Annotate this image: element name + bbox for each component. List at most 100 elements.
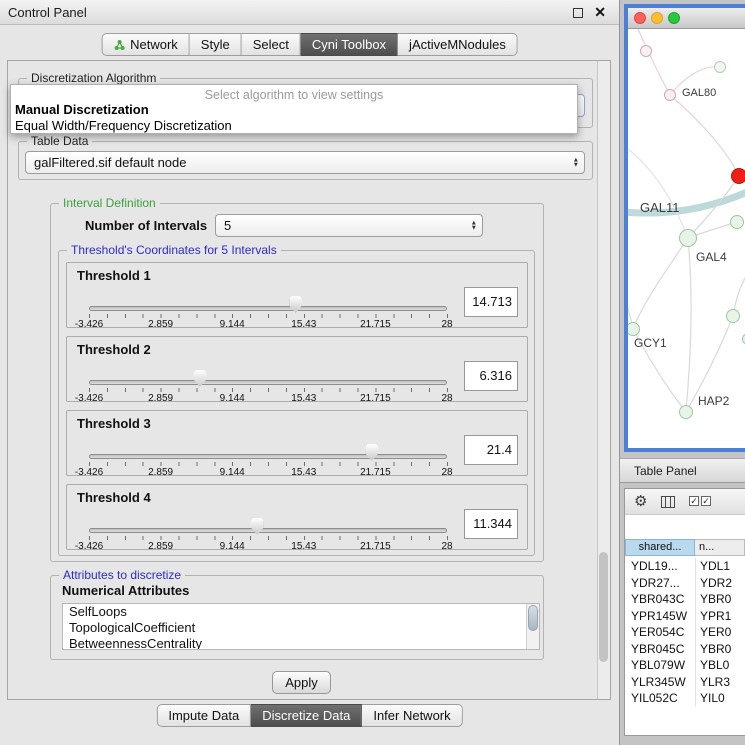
close-icon[interactable]: ✕ (594, 4, 606, 21)
list-item[interactable]: BetweennessCentrality (63, 636, 539, 650)
dropdown-placeholder[interactable]: Select algorithm to view settings (11, 88, 577, 102)
tab-jactivemnodules[interactable]: jActiveMNodules (398, 33, 518, 56)
table-cell[interactable]: YDR2 (695, 575, 745, 592)
table-cell[interactable]: YPR145W (625, 608, 695, 625)
table-cell[interactable]: YBL0 (695, 657, 745, 674)
table-cell[interactable]: YDL19... (625, 558, 695, 575)
tick-label: -3.426 (75, 467, 103, 478)
slider-tick-labels: -3.4262.8599.14415.4321.71528 (89, 411, 447, 477)
tab-label: Style (201, 37, 230, 52)
table-row[interactable]: YIL052CYIL0 (625, 690, 745, 707)
network-node-label: GCY1 (634, 336, 667, 350)
dropdown-option[interactable]: Equal Width/Frequency Discretization (15, 118, 232, 133)
apply-button[interactable]: Apply (272, 671, 331, 694)
threshold-slider[interactable]: -3.4262.8599.14415.4321.71528 (89, 411, 447, 477)
network-node-label: GAL11 (640, 200, 680, 215)
table-cell[interactable]: YBR043C (625, 591, 695, 608)
minimize-traffic-light[interactable] (651, 12, 663, 24)
panel-scrollbar-thumb[interactable] (599, 552, 608, 662)
tick-label: 28 (441, 393, 452, 404)
tab-select[interactable]: Select (242, 33, 301, 56)
column-header[interactable]: shared... (625, 539, 695, 556)
thresholds-group-title: Threshold's Coordinates for 5 Intervals (67, 243, 281, 257)
tab-network[interactable]: Network (101, 33, 190, 56)
network-node[interactable] (730, 215, 744, 229)
tab-label: Network (130, 37, 178, 52)
tick-label: 2.859 (148, 393, 173, 404)
table-cell[interactable]: YIL052C (625, 690, 695, 707)
top-tab-bar: Network Style Select Cyni Toolbox jActiv… (101, 33, 518, 56)
table-row[interactable]: YER054CYER0 (625, 624, 745, 641)
numerical-attributes-list[interactable]: SelfLoopsTopologicalCoefficientBetweenne… (62, 603, 540, 650)
tab-impute-data[interactable]: Impute Data (156, 704, 251, 727)
threshold-value[interactable]: 11.344 (464, 509, 518, 539)
column-header[interactable]: n... (695, 539, 745, 556)
network-node[interactable] (731, 168, 745, 184)
table-row[interactable]: YBR043CYBR0 (625, 591, 745, 608)
table-cell[interactable]: YPR1 (695, 608, 745, 625)
threshold-slider[interactable]: -3.4262.8599.14415.4321.71528 (89, 485, 447, 551)
table-cell[interactable]: YBR0 (695, 591, 745, 608)
intervals-count-select[interactable]: 5 ▲ ▼ (215, 214, 483, 237)
table-row[interactable]: YLR345WYLR3 (625, 674, 745, 691)
tab-cyni-toolbox[interactable]: Cyni Toolbox (301, 33, 398, 56)
threshold-slider[interactable]: -3.4262.8599.14415.4321.71528 (89, 263, 447, 329)
list-item[interactable]: TopologicalCoefficient (63, 620, 539, 636)
table-row[interactable]: YDR27...YDR2 (625, 575, 745, 592)
interval-group-title: Interval Definition (59, 196, 160, 210)
table-toolbar: ⚙ ✓ ✓ (625, 489, 745, 515)
table-cell[interactable]: YDL1 (695, 558, 745, 575)
network-node[interactable] (714, 61, 726, 73)
tick-label: 21.715 (360, 541, 391, 552)
table-cell[interactable]: YIL0 (695, 690, 745, 707)
close-traffic-light[interactable] (634, 12, 646, 24)
table-cell[interactable]: YBR0 (695, 641, 745, 658)
tab-infer-network[interactable]: Infer Network (362, 704, 462, 727)
network-icon (113, 39, 125, 51)
table-cell[interactable]: YLR3 (695, 674, 745, 691)
table-cell[interactable]: YER0 (695, 624, 745, 641)
table-row[interactable]: YBL079WYBL0 (625, 657, 745, 674)
dropdown-option[interactable]: Manual Discretization (15, 102, 149, 117)
network-canvas[interactable]: GAL80GAL11GAL4GCY1HAP2 (628, 29, 745, 448)
network-node[interactable] (726, 309, 740, 323)
network-node[interactable] (640, 45, 652, 57)
float-window-icon[interactable] (573, 8, 583, 18)
tick-label: 28 (441, 319, 452, 330)
table-data-value: galFiltered.sif default node (34, 155, 186, 170)
table-data-group-title: Table Data (27, 134, 92, 148)
network-node[interactable] (679, 405, 693, 419)
threshold-value[interactable]: 6.316 (464, 361, 518, 391)
table-row[interactable]: YDL19...YDL1 (625, 558, 745, 575)
network-node[interactable] (664, 89, 676, 101)
table-cell[interactable]: YER054C (625, 624, 695, 641)
table-panel-window: ⚙ ✓ ✓ shared... n... YDL19...YDL1YDR27..… (624, 488, 745, 736)
table-cell[interactable]: YBR045C (625, 641, 695, 658)
checkbox-icon[interactable]: ✓ (689, 496, 699, 506)
intervals-count-label: Number of Intervals (85, 218, 207, 233)
table-row[interactable]: YBR045CYBR0 (625, 641, 745, 658)
columns-icon[interactable] (661, 496, 675, 508)
list-scrollbar[interactable] (526, 604, 539, 649)
panel-title: Control Panel (8, 5, 87, 20)
threshold-value[interactable]: 14.713 (464, 287, 518, 317)
threshold-value[interactable]: 21.4 (464, 435, 518, 465)
tab-discretize-data[interactable]: Discretize Data (251, 704, 362, 727)
tick-label: -3.426 (75, 393, 103, 404)
gear-icon[interactable]: ⚙ (634, 492, 647, 510)
table-cell[interactable]: YLR345W (625, 674, 695, 691)
tab-style[interactable]: Style (190, 33, 242, 56)
table-cell[interactable]: YDR27... (625, 575, 695, 592)
table-cell[interactable]: YBL079W (625, 657, 695, 674)
table-header: shared... n... (625, 539, 745, 556)
network-node[interactable] (679, 229, 697, 247)
table-row[interactable]: YPR145WYPR1 (625, 608, 745, 625)
list-scrollbar-thumb[interactable] (528, 605, 538, 631)
zoom-traffic-light[interactable] (668, 12, 680, 24)
checkbox-icon[interactable]: ✓ (701, 496, 711, 506)
list-item[interactable]: SelfLoops (63, 604, 539, 620)
threshold-slider[interactable]: -3.4262.8599.14415.4321.71528 (89, 337, 447, 403)
tick-label: -3.426 (75, 541, 103, 552)
tick-label: 28 (441, 541, 452, 552)
table-data-select[interactable]: galFiltered.sif default node ▲ ▼ (25, 151, 585, 174)
